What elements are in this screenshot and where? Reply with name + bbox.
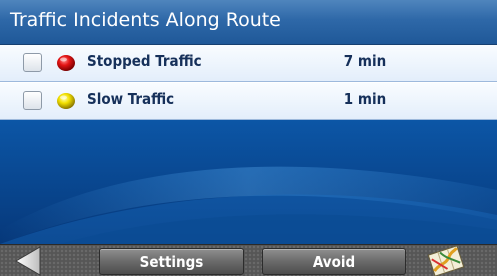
avoid-button[interactable]: Avoid — [262, 248, 406, 275]
bottom-toolbar: Settings Avoid — [0, 244, 497, 276]
incident-delay: 1 min — [343, 90, 387, 108]
settings-button[interactable]: Settings — [99, 248, 244, 275]
incident-list: Stopped Traffic 7 min Slow Traffic 1 min — [0, 45, 497, 120]
incident-delay: 7 min — [343, 52, 387, 70]
incident-checkbox[interactable] — [23, 53, 42, 72]
back-arrow-icon[interactable] — [10, 245, 50, 276]
yellow-dot-icon — [57, 93, 75, 109]
traffic-incidents-screen: Traffic Incidents Along Route Stopped Tr… — [0, 0, 497, 276]
incident-label: Stopped Traffic — [87, 52, 202, 70]
incident-label: Slow Traffic — [87, 90, 175, 108]
incident-checkbox[interactable] — [23, 91, 42, 110]
incident-row-stopped-traffic[interactable]: Stopped Traffic 7 min — [0, 45, 497, 82]
map-icon[interactable] — [423, 245, 469, 276]
title-bar: Traffic Incidents Along Route — [0, 0, 497, 45]
background-swoosh — [0, 120, 497, 244]
page-title: Traffic Incidents Along Route — [10, 9, 281, 31]
red-dot-icon — [57, 55, 75, 71]
incident-row-slow-traffic[interactable]: Slow Traffic 1 min — [0, 82, 497, 120]
